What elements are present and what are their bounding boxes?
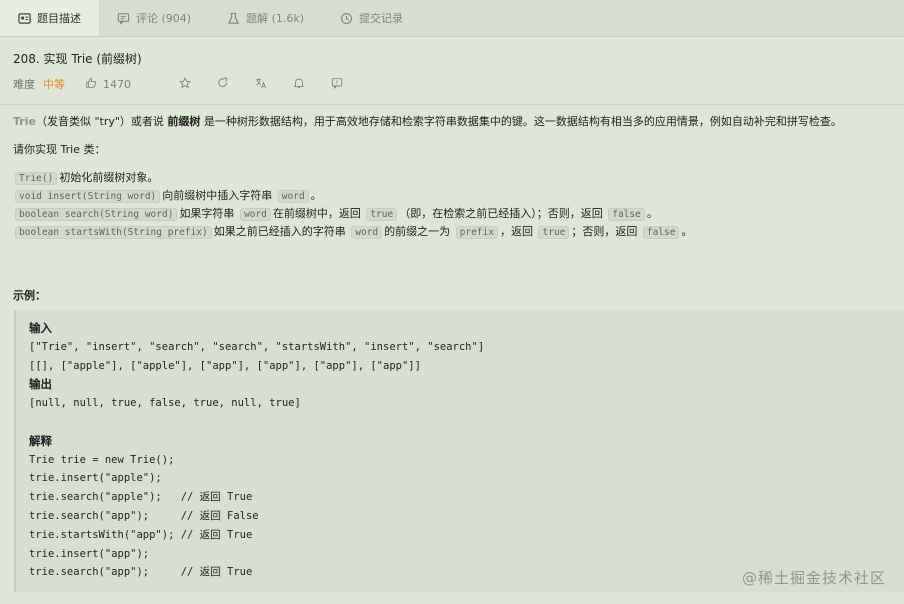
problem-meta: 难度 中等 1470 — [13, 76, 894, 92]
trie-term: Trie — [13, 115, 36, 128]
api-item: boolean search(String word) 如果字符串 word 在前缀… — [13, 205, 894, 223]
api-text: 。 — [310, 189, 322, 202]
example-line: trie.insert("apple"); — [29, 472, 162, 485]
inline-code: false — [608, 208, 645, 221]
api-text: ；否则，返回 — [571, 225, 638, 238]
comment-icon — [117, 12, 130, 25]
inline-code: Trie() — [15, 172, 58, 185]
tab-label: 题目描述 — [37, 12, 81, 25]
example-line: [[], ["apple"], ["apple"], ["app"], ["ap… — [29, 359, 421, 372]
translate-button[interactable] — [255, 77, 267, 92]
inline-code: true — [538, 226, 570, 239]
share-button[interactable] — [217, 76, 229, 92]
tab-label: 题解 (1.6k) — [246, 12, 305, 25]
example-line: Trie trie = new Trie(); — [29, 453, 175, 466]
tab-label: 提交记录 — [359, 12, 404, 25]
api-text: 在前缀树中，返回 — [272, 207, 361, 220]
api-text: 。 — [646, 207, 658, 220]
api-text: 的前缀之一为 — [384, 225, 451, 238]
tab-label: 评论 (904) — [136, 12, 192, 25]
api-text: 如果之前已经插入的字符串 — [213, 225, 346, 238]
inline-code: void insert(String word) — [15, 190, 161, 203]
inline-code: word — [277, 190, 309, 203]
api-text: 向前缀树中插入字符串 — [162, 189, 273, 202]
star-icon — [179, 76, 191, 92]
example-line: trie.insert("app"); — [29, 547, 150, 560]
tab-description[interactable]: 题目描述 — [0, 0, 99, 36]
feedback-button[interactable] — [331, 77, 343, 92]
inline-code: true — [366, 208, 398, 221]
thumbs-up-icon — [85, 77, 97, 92]
feedback-icon — [331, 77, 343, 92]
api-list: Trie() 初始化前缀树对象。 void insert(String word)… — [13, 169, 894, 241]
example-line: [null, null, true, false, true, null, tr… — [29, 397, 301, 410]
tab-bar: 题目描述 评论 (904) 题解 (1.6k) 提交记录 — [0, 0, 904, 37]
share-icon — [217, 76, 229, 92]
prefix-tree-term: 前缀树 — [167, 115, 201, 128]
tab-comments[interactable]: 评论 (904) — [99, 0, 209, 36]
example-block: 输入 ["Trie", "insert", "search", "search"… — [14, 310, 904, 592]
inline-code: prefix — [455, 226, 498, 239]
api-text: 如果字符串 — [179, 207, 235, 220]
watermark: @稀土掘金技术社区 — [741, 569, 886, 587]
intro-paragraph: Trie（发音类似 "try"）或者说 前缀树 是一种树形数据结构，用于高效地存… — [13, 113, 894, 131]
example-heading: 示例： — [13, 289, 46, 302]
description-icon — [18, 12, 31, 25]
favorite-button[interactable] — [179, 76, 191, 92]
inline-code: boolean startsWith(String prefix) — [15, 226, 212, 239]
bell-icon — [293, 77, 305, 92]
api-text: （即，在检索之前已经插入）；否则，返回 — [399, 207, 603, 220]
header-divider — [0, 104, 904, 105]
difficulty-badge: 中等 — [43, 78, 65, 91]
problem-header: 208. 实现 Trie (前缀树) 难度 中等 1470 — [13, 50, 894, 92]
api-item: void insert(String word) 向前缀树中插入字符串 word。 — [13, 187, 894, 205]
tab-submissions[interactable]: 提交记录 — [322, 0, 421, 36]
example-line — [29, 413, 891, 432]
difficulty-label: 难度 — [13, 78, 35, 91]
example-line: 输出 — [29, 377, 52, 392]
flask-icon — [227, 12, 240, 25]
example-line: trie.search("apple"); // 返回 True — [29, 491, 253, 504]
inline-code: word — [239, 208, 271, 221]
problem-title: 208. 实现 Trie (前缀树) — [13, 52, 142, 66]
notify-button[interactable] — [293, 77, 305, 92]
tab-solutions[interactable]: 题解 (1.6k) — [209, 0, 322, 36]
api-item: Trie() 初始化前缀树对象。 — [13, 169, 894, 187]
intro-text-rest: 是一种树形数据结构，用于高效地存储和检索字符串数据集中的键。这一数据结构有相当多… — [203, 115, 842, 128]
inline-code: false — [642, 226, 680, 239]
api-item: boolean startsWith(String prefix) 如果之前已经插… — [13, 223, 894, 241]
like-count: 1470 — [103, 77, 131, 91]
task-statement: 请你实现 Trie 类： — [13, 143, 106, 156]
translate-icon — [255, 77, 267, 92]
like-button[interactable]: 1470 — [85, 77, 153, 92]
example-line: 解释 — [29, 433, 52, 448]
clock-icon — [340, 12, 353, 25]
api-text: 初始化前缀树对象。 — [59, 171, 159, 184]
intro-text: （发音类似 "try"）或者说 — [35, 115, 164, 128]
api-text: 。 — [681, 225, 693, 238]
problem-description: Trie（发音类似 "try"）或者说 前缀树 是一种树形数据结构，用于高效地存… — [13, 113, 894, 241]
example-line: ["Trie", "insert", "search", "search", "… — [29, 340, 485, 353]
example-line: trie.startsWith("app"); // 返回 True — [29, 528, 253, 541]
example-line: trie.search("app"); // 返回 False — [29, 509, 259, 522]
api-text: ，返回 — [499, 225, 533, 238]
inline-code: word — [351, 226, 383, 239]
example-line: 输入 — [29, 321, 52, 335]
inline-code: boolean search(String word) — [15, 208, 178, 221]
